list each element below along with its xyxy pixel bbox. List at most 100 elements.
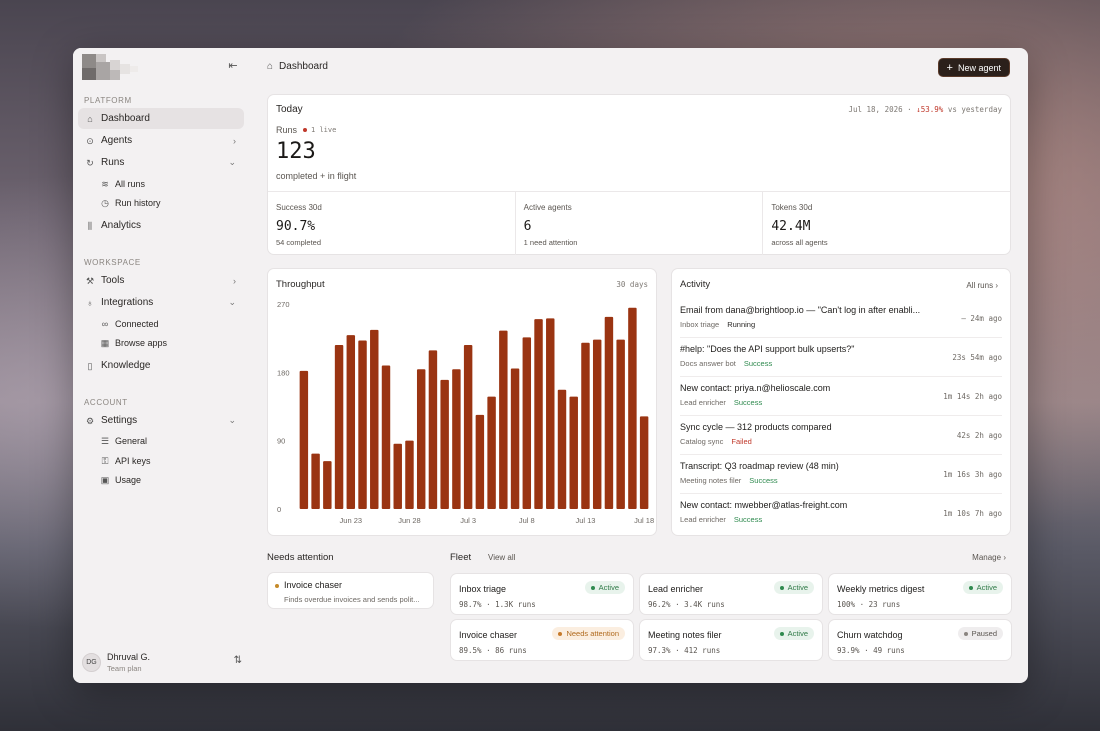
activity-title-text: #help: "Does the API support bulk upsert… xyxy=(680,344,855,354)
throughput-bar[interactable] xyxy=(440,379,449,509)
activity-row[interactable]: New contact: mwebber@atlas-freight.com Le… xyxy=(680,494,1002,533)
fleet-card[interactable]: Churn watchdog Paused 93.9% · 49 runs xyxy=(828,619,1012,661)
throughput-bar[interactable] xyxy=(323,461,332,509)
throughput-bar[interactable] xyxy=(452,369,461,509)
activity-row[interactable]: Transcript: Q3 roadmap review (48 min) Me… xyxy=(680,455,1002,494)
sidebar-item-label: Agents xyxy=(101,135,133,146)
throughput-bar[interactable] xyxy=(334,345,344,509)
throughput-bar[interactable] xyxy=(358,340,367,509)
throughput-bar[interactable] xyxy=(569,396,578,509)
fleet-agent-meta: 89.5% · 86 runs xyxy=(459,646,527,655)
throughput-bar[interactable] xyxy=(639,416,649,509)
plug-icon: ♁ xyxy=(86,297,94,308)
stat-value: 90.7% xyxy=(276,219,316,234)
sidebar-subitem-browse-apps[interactable]: ▦ Browse apps xyxy=(95,333,244,352)
throughput-bar[interactable] xyxy=(299,370,309,509)
throughput-bar[interactable] xyxy=(475,414,485,509)
user-menu[interactable]: DG Dhruval G. Team plan ⇅ xyxy=(82,648,242,676)
sidebar-item-dashboard[interactable]: ⌂ Dashboard xyxy=(78,108,244,129)
activity-row[interactable]: Sync cycle — 312 products compared Catalo… xyxy=(680,416,1002,455)
sidebar-subitem-run-history[interactable]: ◷ Run history xyxy=(95,193,244,212)
activity-meta: Lead enricher Success xyxy=(680,515,762,524)
view-all-link[interactable]: View all xyxy=(488,553,515,562)
attention-item-name: Invoice chaser xyxy=(284,580,343,590)
status-badge: Active xyxy=(773,581,814,594)
throughput-bar[interactable] xyxy=(581,342,590,509)
date-text: Jul 18, 2026 · xyxy=(848,105,912,114)
attention-item-desc: Finds overdue invoices and sends polit..… xyxy=(284,595,420,604)
throughput-bar[interactable] xyxy=(522,337,532,509)
chevron-right-icon: › xyxy=(233,275,236,286)
status-dot-icon xyxy=(968,585,973,590)
collapse-sidebar-icon[interactable]: ⇤ xyxy=(225,59,241,73)
throughput-bar[interactable] xyxy=(393,443,402,509)
sidebar-item-label: API keys xyxy=(115,455,151,466)
fleet-card[interactable]: Lead enricher Active 96.2% · 3.4K runs xyxy=(639,573,823,615)
activity-row[interactable]: Email from dana@brightloop.io — "Can't l… xyxy=(680,299,1002,338)
activity-status: Success xyxy=(743,359,773,368)
throughput-bar[interactable] xyxy=(405,440,414,509)
throughput-title: Throughput xyxy=(276,279,325,290)
switch-account-icon[interactable]: ⇅ xyxy=(234,655,242,666)
activity-card: Activity All runs › Email from dana@brig… xyxy=(671,268,1011,536)
throughput-bar[interactable] xyxy=(428,350,438,509)
history-icon: ↻ xyxy=(86,157,94,168)
sidebar-item-label: Runs xyxy=(101,157,125,168)
throughput-bar[interactable] xyxy=(381,365,391,510)
sidebar-subitem-usage[interactable]: ▣ Usage xyxy=(95,470,244,489)
live-count: 1 live xyxy=(311,126,337,134)
new-agent-label: New agent xyxy=(957,62,1001,73)
manage-link[interactable]: Manage › xyxy=(972,553,1006,562)
throughput-bar[interactable] xyxy=(546,318,555,509)
activity-title-text: Transcript: Q3 roadmap review (48 min) xyxy=(680,461,839,471)
throughput-bar[interactable] xyxy=(534,319,543,509)
section-label-workspace: WORKSPACE xyxy=(84,258,141,267)
x-tick-label: Jul 18 xyxy=(634,516,654,525)
throughput-bar[interactable] xyxy=(604,316,614,509)
sidebar-item-knowledge[interactable]: ▯ Knowledge xyxy=(78,355,244,376)
activity-agent: Lead enricher xyxy=(680,398,726,407)
throughput-bar[interactable] xyxy=(416,369,426,509)
attention-item[interactable]: Invoice chaser Finds overdue invoices an… xyxy=(267,572,434,609)
sidebar-item-runs[interactable]: ↻ Runs ⌄ xyxy=(78,152,244,173)
throughput-bar[interactable] xyxy=(370,329,379,509)
chevron-right-icon: › xyxy=(233,135,236,146)
throughput-bar[interactable] xyxy=(463,345,473,509)
breadcrumb-label: Dashboard xyxy=(279,61,328,72)
sidebar-item-analytics[interactable]: ⫼ Analytics xyxy=(78,215,244,236)
activity-row[interactable]: #help: "Does the API support bulk upsert… xyxy=(680,338,1002,377)
activity-meta: Inbox triage Running xyxy=(680,320,755,329)
sidebar-subitem-general[interactable]: ☰ General xyxy=(95,431,244,450)
new-agent-button[interactable]: + New agent xyxy=(937,58,1010,77)
activity-status: Failed xyxy=(731,437,752,446)
throughput-bar[interactable] xyxy=(628,307,637,509)
activity-agent: Docs answer bot xyxy=(680,359,736,368)
delta-value: ↓53.9% xyxy=(916,105,944,114)
throughput-bar[interactable] xyxy=(592,339,602,509)
fleet-card[interactable]: Inbox triage Active 98.7% · 1.3K runs xyxy=(450,573,634,615)
section-label-account: ACCOUNT xyxy=(84,398,128,407)
throughput-bar[interactable] xyxy=(616,339,625,509)
throughput-bar[interactable] xyxy=(346,335,356,509)
fleet-card[interactable]: Invoice chaser Needs attention 89.5% · 86 … xyxy=(450,619,634,661)
all-runs-link[interactable]: All runs › xyxy=(966,281,998,290)
activity-agent: Catalog sync xyxy=(680,437,724,446)
sidebar-item-tools[interactable]: ⚒ Tools › xyxy=(78,270,244,291)
throughput-bar[interactable] xyxy=(499,330,508,509)
sidebar-item-settings[interactable]: ⚙ Settings ⌄ xyxy=(78,410,244,431)
link-icon: ∞ xyxy=(101,318,109,329)
sidebar-subitem-api-keys[interactable]: ⚿ API keys xyxy=(95,451,244,470)
fleet-card[interactable]: Meeting notes filer Active 97.3% · 412 run… xyxy=(639,619,823,661)
status-badge: Active xyxy=(773,627,814,640)
fleet-card[interactable]: Weekly metrics digest Active 100% · 23 run… xyxy=(828,573,1012,615)
throughput-bar[interactable] xyxy=(510,368,520,509)
sidebar-subitem-all-runs[interactable]: ≋ All runs xyxy=(95,174,244,193)
throughput-bar[interactable] xyxy=(311,453,320,509)
sidebar-subitem-connected[interactable]: ∞ Connected xyxy=(95,314,244,333)
throughput-bar[interactable] xyxy=(557,389,567,509)
sidebar-item-agents[interactable]: ⊙ Agents › xyxy=(78,130,244,151)
throughput-bar[interactable] xyxy=(487,396,496,509)
activity-row[interactable]: New contact: priya.n@helioscale.com Lead … xyxy=(680,377,1002,416)
activity-agent: Inbox triage xyxy=(680,320,720,329)
sidebar-item-integrations[interactable]: ♁ Integrations ⌄ xyxy=(78,292,244,313)
